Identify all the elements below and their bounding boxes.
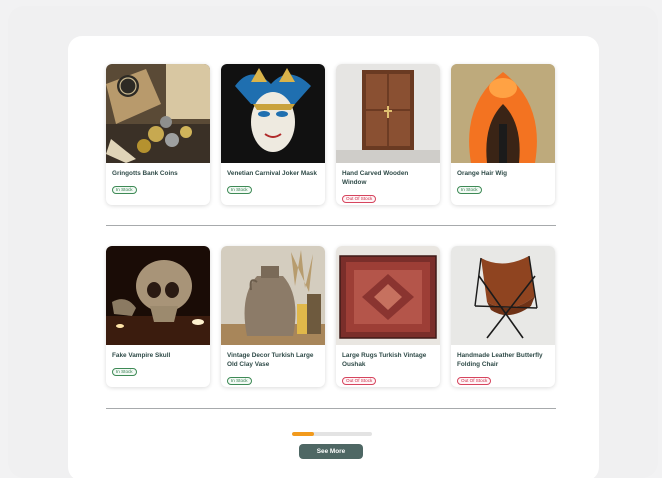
joker-mask-image [221, 64, 325, 163]
product-name: Orange Hair Wig [457, 170, 508, 177]
skull-image [106, 246, 210, 345]
stock-badge: Out Of Stock [342, 195, 377, 203]
product-card[interactable]: Handmade Leather Butterfly Folding Chair… [451, 246, 555, 387]
rug-image [336, 246, 440, 345]
stock-badge: Out Of Stock [342, 377, 377, 385]
product-panel: Gringotts Bank Coins In Stock Venetian C… [68, 36, 599, 478]
row-divider [106, 408, 556, 409]
leather-chair-image [451, 246, 555, 345]
product-card[interactable]: Orange Hair Wig In Stock [451, 64, 555, 205]
product-card[interactable]: Venetian Carnival Joker Mask In Stock [221, 64, 325, 205]
product-grid-row-1: Gringotts Bank Coins In Stock Venetian C… [106, 64, 556, 205]
stock-badge: Out Of Stock [457, 377, 492, 385]
product-name: Handmade Leather Butterfly Folding Chair [457, 352, 543, 368]
stock-badge: In Stock [457, 186, 482, 194]
product-card[interactable]: Large Rugs Turkish Vintage Oushak Out Of… [336, 246, 440, 387]
load-progress-bar [292, 432, 372, 436]
clay-vase-image [221, 246, 325, 345]
product-name: Large Rugs Turkish Vintage Oushak [342, 352, 427, 368]
coins-image [106, 64, 210, 163]
orange-wig-image [451, 64, 555, 163]
stock-badge: In Stock [227, 377, 252, 385]
row-divider [106, 225, 556, 226]
product-card[interactable]: Vintage Decor Turkish Large Old Clay Vas… [221, 246, 325, 387]
stock-badge: In Stock [112, 368, 137, 376]
product-name: Venetian Carnival Joker Mask [227, 170, 317, 177]
product-name: Fake Vampire Skull [112, 352, 171, 359]
product-grid-row-2: Fake Vampire Skull In Stock Vintage Deco… [106, 246, 556, 387]
wooden-window-image [336, 64, 440, 163]
product-card[interactable]: Fake Vampire Skull In Stock [106, 246, 210, 387]
product-card[interactable]: Hand Carved Wooden Window Out Of Stock [336, 64, 440, 205]
load-progress-fill [292, 432, 314, 436]
product-card[interactable]: Gringotts Bank Coins In Stock [106, 64, 210, 205]
stock-badge: In Stock [112, 186, 137, 194]
product-name: Vintage Decor Turkish Large Old Clay Vas… [227, 352, 314, 368]
stock-badge: In Stock [227, 186, 252, 194]
see-more-button[interactable]: See More [299, 444, 363, 459]
product-name: Hand Carved Wooden Window [342, 170, 409, 186]
product-name: Gringotts Bank Coins [112, 170, 178, 177]
